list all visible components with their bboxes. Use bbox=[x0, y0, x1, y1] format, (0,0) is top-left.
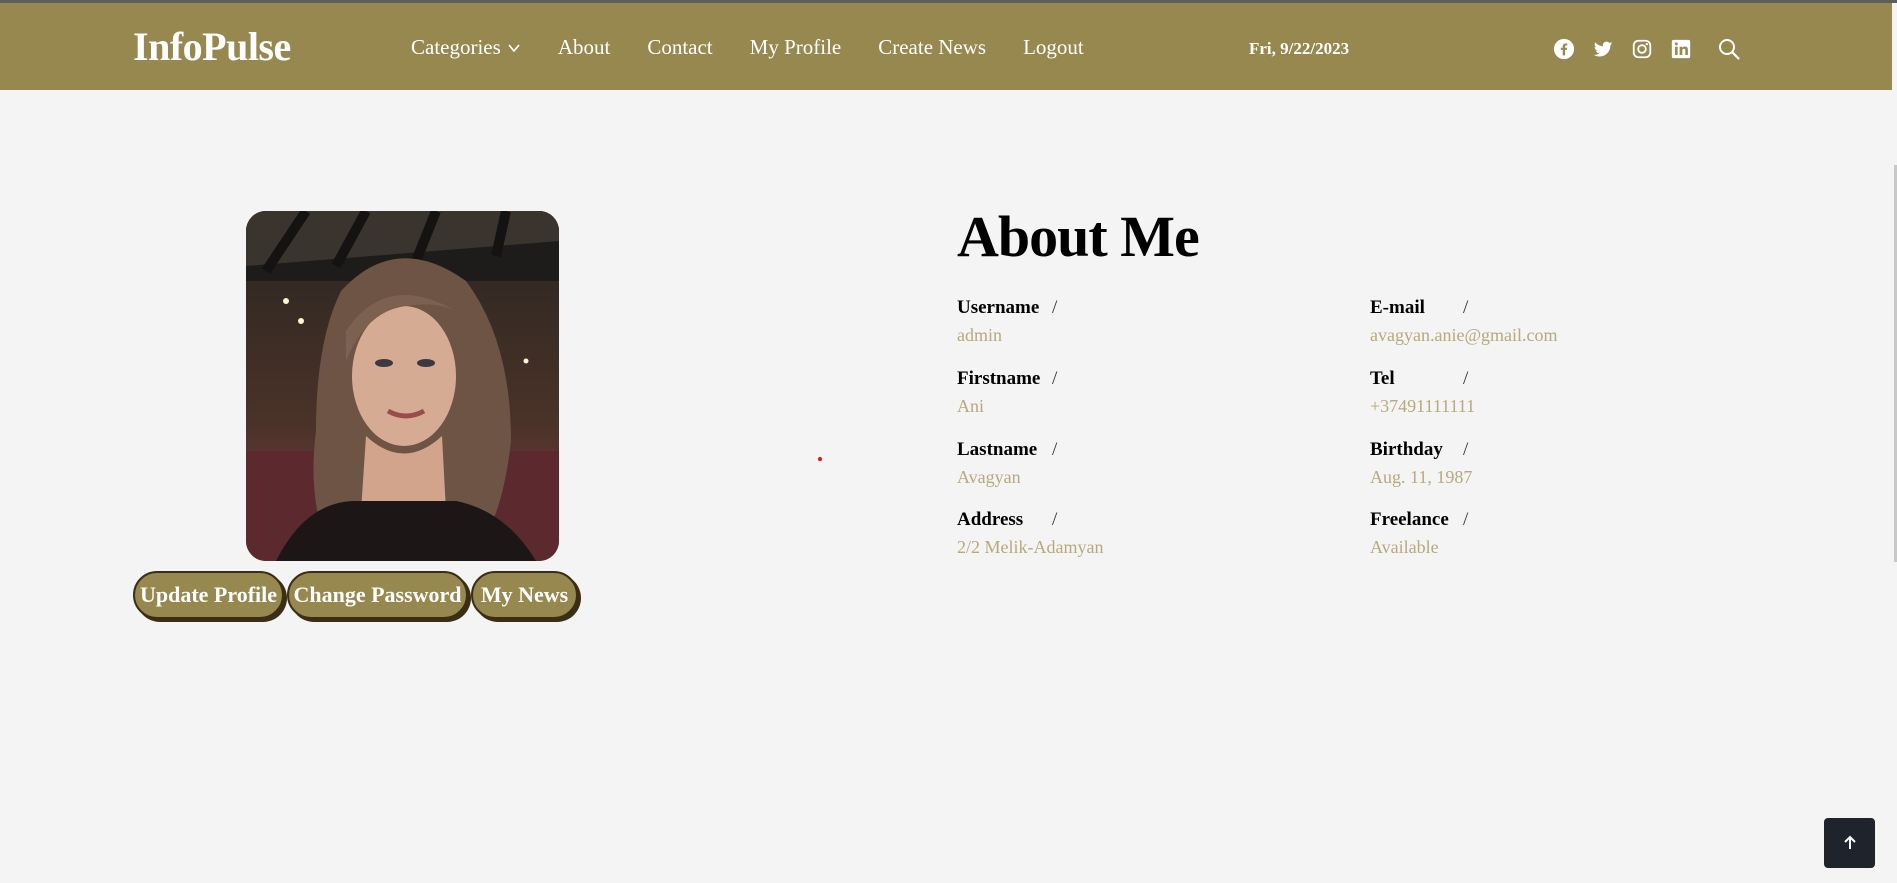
field-value: 2/2 Melik-Adamyan bbox=[957, 537, 1104, 557]
update-profile-button[interactable]: Update Profile bbox=[133, 571, 284, 619]
separator: / bbox=[1463, 297, 1469, 318]
separator: / bbox=[1463, 509, 1469, 530]
main-nav: Categories About Contact My Profile Crea… bbox=[411, 35, 1121, 60]
current-date: Fri, 9/22/2023 bbox=[1249, 39, 1350, 58]
field-lastname: Lastname / Avagyan bbox=[957, 439, 1357, 488]
field-value: avagyan.anie@gmail.com bbox=[1370, 325, 1558, 345]
profile-photo bbox=[246, 211, 559, 561]
about-me-heading: About Me bbox=[957, 204, 1200, 269]
nav-about[interactable]: About bbox=[558, 35, 611, 60]
separator: / bbox=[1052, 439, 1058, 460]
field-value: Aug. 11, 1987 bbox=[1370, 467, 1473, 487]
red-dot-marker bbox=[818, 457, 822, 461]
field-value: Ani bbox=[957, 396, 984, 416]
arrow-up-icon bbox=[1843, 835, 1856, 849]
nav-contact[interactable]: Contact bbox=[647, 35, 712, 60]
social-links bbox=[1553, 38, 1709, 60]
separator: / bbox=[1052, 368, 1058, 389]
profile-photo-art bbox=[246, 211, 559, 561]
separator: / bbox=[1463, 368, 1469, 389]
nav-categories-label: Categories bbox=[411, 35, 501, 59]
field-username: Username / admin bbox=[957, 297, 1357, 346]
nav-create-news[interactable]: Create News bbox=[878, 35, 986, 60]
nav-categories[interactable]: Categories bbox=[411, 35, 521, 60]
field-email: E-mail / avagyan.anie@gmail.com bbox=[1370, 297, 1770, 346]
field-value: +37491111111 bbox=[1370, 396, 1476, 416]
field-label: Address bbox=[957, 509, 1024, 530]
field-birthday: Birthday / Aug. 11, 1987 bbox=[1370, 439, 1770, 488]
twitter-icon[interactable] bbox=[1592, 38, 1614, 60]
chevron-down-icon bbox=[508, 43, 520, 52]
linkedin-icon[interactable] bbox=[1670, 38, 1692, 60]
back-to-top-button[interactable] bbox=[1824, 818, 1875, 868]
brand-logo[interactable]: InfoPulse bbox=[133, 23, 291, 70]
field-freelance: Freelance / Available bbox=[1370, 509, 1770, 558]
field-label: Tel bbox=[1370, 368, 1395, 389]
separator: / bbox=[1052, 297, 1058, 318]
my-news-button[interactable]: My News bbox=[471, 571, 578, 619]
separator: / bbox=[1463, 439, 1469, 460]
field-address: Address / 2/2 Melik-Adamyan bbox=[957, 509, 1357, 558]
field-label: E-mail bbox=[1370, 297, 1425, 318]
field-label: Birthday bbox=[1370, 439, 1443, 460]
separator: / bbox=[1052, 509, 1058, 530]
field-label: Username bbox=[957, 297, 1040, 318]
field-label: Lastname bbox=[957, 439, 1038, 460]
nav-logout[interactable]: Logout bbox=[1023, 35, 1084, 60]
field-value: Avagyan bbox=[957, 467, 1021, 487]
profile-actions: Update Profile Change Password My News bbox=[133, 571, 581, 619]
instagram-icon[interactable] bbox=[1631, 38, 1653, 60]
field-value: admin bbox=[957, 325, 1002, 345]
nav-my-profile[interactable]: My Profile bbox=[750, 35, 842, 60]
field-label: Firstname bbox=[957, 368, 1041, 389]
change-password-button[interactable]: Change Password bbox=[287, 571, 468, 619]
field-value: Available bbox=[1370, 537, 1439, 557]
field-tel: Tel / +37491111111 bbox=[1370, 368, 1770, 417]
field-label: Freelance bbox=[1370, 509, 1449, 530]
navbar: InfoPulse Categories About Contact My Pr… bbox=[0, 3, 1892, 90]
facebook-icon[interactable] bbox=[1553, 38, 1575, 60]
search-icon[interactable] bbox=[1717, 37, 1741, 61]
field-firstname: Firstname / Ani bbox=[957, 368, 1357, 417]
